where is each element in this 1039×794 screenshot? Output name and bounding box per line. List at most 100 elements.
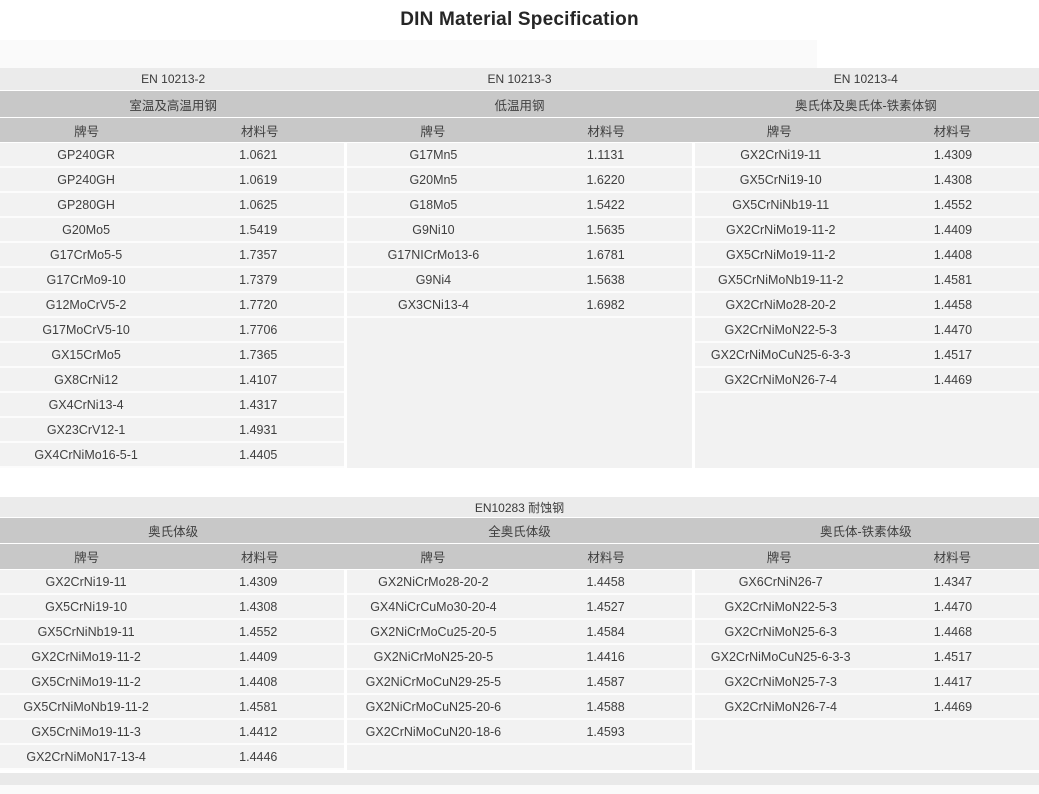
table-row: G17MoCrV5-101.7706: [0, 318, 344, 343]
material-no-cell: 1.6982: [520, 293, 692, 316]
standards-band: EN 10213-2 EN 10213-3 EN 10213-4: [0, 68, 1039, 90]
material-no-cell: 1.5422: [520, 193, 692, 216]
material-no-cell: 1.4931: [172, 418, 344, 441]
table-row: GX5CrNiNb19-111.4552: [0, 620, 344, 645]
material-no-cell: 1.5638: [520, 268, 692, 291]
table-row: GX5CrNiMo19-11-21.4408: [695, 243, 1039, 268]
category-label: 室温及高温用钢: [0, 91, 346, 117]
grade-cell: GX2CrNiMo19-11-2: [695, 218, 867, 241]
table-row: GX2CrNiMoN22-5-31.4470: [695, 595, 1039, 620]
material-no-cell: 1.4446: [172, 745, 344, 768]
table-row: G17Mn51.1131: [347, 143, 691, 168]
grade-cell: G18Mo5: [347, 193, 519, 216]
grade-cell: G17CrMo9-10: [0, 268, 172, 291]
grade-cell: GX2CrNiMoN26-7-4: [695, 368, 867, 391]
material-no-cell: 1.4308: [172, 595, 344, 618]
table-row: GX2CrNiMoN22-5-31.4470: [695, 318, 1039, 343]
material-no-cell: 1.4468: [867, 620, 1039, 643]
grade-cell: GX2CrNiMoCuN25-6-3-3: [695, 343, 867, 366]
material-no-cell: 1.4593: [520, 720, 692, 743]
data-column-fully-austenitic: GX2NiCrMo28-20-21.4458GX4NiCrCuMo30-20-4…: [347, 570, 691, 770]
table-row: GX5CrNiNb19-111.4552: [695, 193, 1039, 218]
data-column-en10213-2: GP240GR1.0621GP240GH1.0619GP280GH1.0625G…: [0, 143, 344, 468]
page-title: DIN Material Specification: [400, 9, 639, 31]
top-right-panel: [817, 40, 1039, 68]
material-no-cell: 1.6220: [520, 168, 692, 191]
grade-cell: GX2CrNiMo19-11-2: [0, 645, 172, 668]
table-row: GX5CrNiMo19-11-31.4412: [0, 720, 344, 745]
material-no-column-header: 材料号: [173, 544, 346, 569]
data-column-austenitic: GX2CrNi19-111.4309GX5CrNi19-101.4308GX5C…: [0, 570, 344, 770]
grade-cell: GX5CrNi19-10: [0, 595, 172, 618]
grade-cell: GX5CrNiMo19-11-3: [0, 720, 172, 743]
grade-cell: GP240GH: [0, 168, 172, 191]
category-label: 全奥氏体级: [346, 518, 692, 543]
material-no-cell: 1.4588: [520, 695, 692, 718]
grade-cell: GX5CrNiMo19-11-2: [695, 243, 867, 266]
grade-cell: GX5CrNiNb19-11: [695, 193, 867, 216]
material-no-cell: 1.4527: [520, 595, 692, 618]
material-no-cell: 1.4517: [867, 343, 1039, 366]
grade-cell: G9Ni10: [347, 218, 519, 241]
category-label: 奥氏体-铁素体级: [693, 518, 1039, 543]
grade-cell: G20Mo5: [0, 218, 172, 241]
material-no-cell: 1.4584: [520, 620, 692, 643]
material-no-cell: 1.1131: [520, 143, 692, 166]
grade-cell: GX2NiCrMoCuN29-25-5: [347, 670, 519, 693]
material-no-cell: 1.4408: [172, 670, 344, 693]
material-no-cell: 1.4581: [867, 268, 1039, 291]
table-row: GX3CNi13-41.6982: [347, 293, 691, 318]
table-row: GX2CrNi19-111.4309: [695, 143, 1039, 168]
column-header-group: 牌号 材料号: [0, 544, 346, 569]
grade-cell: GX6CrNiN26-7: [695, 570, 867, 593]
table-row: G9Ni101.5635: [347, 218, 691, 243]
material-no-cell: 1.4417: [867, 670, 1039, 693]
table-row: GX2CrNiMoN17-13-41.4446: [0, 745, 344, 770]
table-row: GX2CrNi19-111.4309: [0, 570, 344, 595]
category-label: 奥氏体及奥氏体-铁素体钢: [693, 91, 1039, 117]
table-row: GX5CrNi19-101.4308: [695, 168, 1039, 193]
grade-cell: GX5CrNiMoNb19-11-2: [0, 695, 172, 718]
grade-cell: GX2CrNiMoN25-6-3: [695, 620, 867, 643]
table-row: GX2NiCrMoCu25-20-51.4584: [347, 620, 691, 645]
table-row: G20Mo51.5419: [0, 218, 344, 243]
material-no-cell: 1.5635: [520, 218, 692, 241]
material-no-cell: 1.4517: [867, 645, 1039, 668]
table-row: GX15CrMo51.7365: [0, 343, 344, 368]
material-no-cell: 1.4412: [172, 720, 344, 743]
table-row: G20Mn51.6220: [347, 168, 691, 193]
table-row: GX23CrV12-11.4931: [0, 418, 344, 443]
table-row: GP240GH1.0619: [0, 168, 344, 193]
material-no-cell: 1.4408: [867, 243, 1039, 266]
table-row: GP280GH1.0625: [0, 193, 344, 218]
material-no-cell: 1.4587: [520, 670, 692, 693]
table-row: GX2CrNiMoN26-7-41.4469: [695, 695, 1039, 720]
grade-cell: GX2CrNiMoN17-13-4: [0, 745, 172, 768]
grade-cell: GX4CrNiMo16-5-1: [0, 443, 172, 466]
grade-column-header: 牌号: [693, 118, 866, 142]
grade-column-header: 牌号: [346, 544, 519, 569]
table-row: GX2CrNiMoN26-7-41.4469: [695, 368, 1039, 393]
grade-cell: GX23CrV12-1: [0, 418, 172, 441]
table-row: G12MoCrV5-21.7720: [0, 293, 344, 318]
table-data-area: GP240GR1.0621GP240GH1.0619GP280GH1.0625G…: [0, 143, 1039, 468]
material-no-cell: 1.6781: [520, 243, 692, 266]
grade-cell: GX5CrNiMoNb19-11-2: [695, 268, 867, 291]
table-row: G17CrMo5-51.7357: [0, 243, 344, 268]
grade-cell: G17Mn5: [347, 143, 519, 166]
column-header-group: 牌号 材料号: [346, 544, 692, 569]
categories-band: 奥氏体级 全奥氏体级 奥氏体-铁素体级: [0, 518, 1039, 543]
grade-cell: GX2CrNiMoN26-7-4: [695, 695, 867, 718]
material-no-cell: 1.0621: [172, 143, 344, 166]
grade-cell: GX2CrNiMoCuN20-18-6: [347, 720, 519, 743]
material-no-cell: 1.4552: [867, 193, 1039, 216]
column-headers-band: 牌号 材料号 牌号 材料号 牌号 材料号: [0, 118, 1039, 142]
column-header-group: 牌号 材料号: [346, 118, 692, 142]
table-row: GX6CrNiN26-71.4347: [695, 570, 1039, 595]
table-row: GX5CrNiMoNb19-11-21.4581: [695, 268, 1039, 293]
table-row: GX5CrNi19-101.4308: [0, 595, 344, 620]
table-row: GX2CrNiMoN25-7-31.4417: [695, 670, 1039, 695]
grade-cell: G12MoCrV5-2: [0, 293, 172, 316]
header-sub-strip: [0, 40, 1039, 68]
table-row: G17CrMo9-101.7379: [0, 268, 344, 293]
